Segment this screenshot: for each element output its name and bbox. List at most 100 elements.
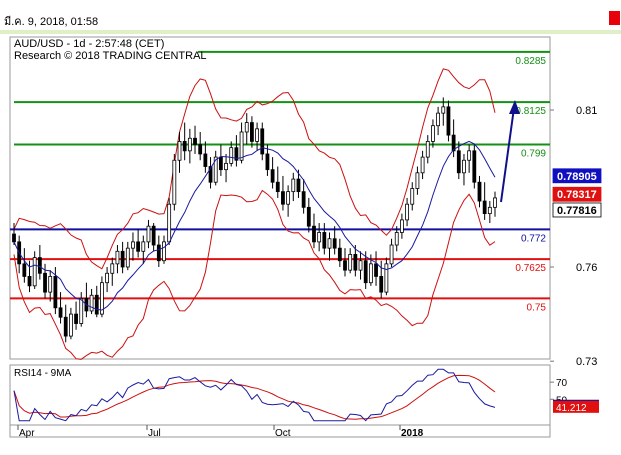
chart-title: AUD/USD - 1d - 2:57:48 (CET): [14, 38, 164, 50]
candle-body: [48, 276, 53, 293]
candle-body: [187, 137, 192, 152]
candle-body: [456, 150, 461, 174]
candle-body: [37, 257, 42, 274]
price-tag-label: 0.77816: [557, 205, 597, 217]
candle-body: [115, 250, 120, 265]
candle-body: [425, 141, 430, 158]
candle-body: [348, 254, 353, 271]
candle-body: [105, 272, 109, 284]
candle-body: [281, 191, 285, 205]
candle-body: [467, 150, 472, 161]
candle-body: [131, 241, 135, 249]
candle-body: [68, 313, 73, 337]
candle-body: [167, 203, 172, 243]
candle-body: [400, 219, 404, 233]
candle-body: [312, 225, 316, 243]
candle-body: [110, 263, 115, 274]
x-tick-label: Jul: [148, 428, 161, 439]
rsi-label: RSI14 - 9MA: [14, 368, 72, 379]
candle-body: [12, 233, 16, 243]
candle-body: [265, 153, 270, 171]
x-tick-label: Apr: [19, 428, 35, 439]
candle-body: [136, 241, 141, 252]
candle-body: [415, 172, 420, 189]
chart-subtitle: Research © 2018 TRADING CENTRAL: [14, 50, 207, 62]
top-bar: มี.ค. 9, 2018, 01:58: [0, 0, 621, 30]
candle-body: [291, 178, 296, 193]
candle-body: [74, 313, 78, 324]
rsi-panel-frame: [9, 364, 551, 426]
rsi-tick-label: 70: [556, 378, 568, 389]
candle-body: [120, 250, 125, 268]
candle-body: [193, 137, 197, 145]
candle-body: [332, 238, 337, 249]
candle-body: [250, 122, 254, 142]
candle-body: [270, 169, 275, 183]
candle-body: [410, 188, 415, 205]
candle-body: [260, 128, 265, 155]
candle-body: [493, 197, 497, 208]
candle-body: [146, 225, 151, 243]
candle-body: [255, 128, 259, 142]
y-tick-label: 0.76: [576, 262, 597, 274]
candle-body: [389, 244, 394, 265]
level-label: 0.772: [521, 233, 546, 244]
candle-body: [379, 276, 384, 293]
candle-body: [244, 122, 249, 133]
candle-body: [198, 144, 203, 155]
candle-body: [22, 263, 27, 277]
candle-body: [487, 206, 492, 215]
close-button[interactable]: [609, 11, 620, 25]
candle-body: [472, 150, 477, 183]
candle-body: [394, 232, 399, 246]
candle-body: [177, 141, 182, 161]
chart-area: 0.81 0.76 0.73 Apr Jul Oct 2018 0.8285 0.8125 0.…: [0, 34, 621, 450]
level-label: 0.75: [527, 302, 547, 313]
candle-body: [63, 316, 68, 337]
candle-body: [322, 232, 327, 249]
candle-body: [296, 178, 301, 193]
y-tick-label: 0.73: [576, 356, 597, 368]
candle-body: [327, 238, 332, 249]
level-label: 0.8125: [515, 106, 546, 117]
candle-body: [420, 156, 425, 174]
price-tag-label: 0.78317: [557, 189, 597, 201]
candle-body: [224, 162, 228, 171]
candle-body: [172, 159, 177, 205]
candle-body: [374, 263, 378, 277]
x-tick-label: 2018: [401, 428, 424, 439]
candle-body: [156, 244, 161, 262]
candle-body: [43, 272, 47, 293]
candle-body: [368, 263, 373, 284]
candle-body: [431, 125, 435, 142]
candle-body: [441, 106, 446, 114]
candle-body: [27, 276, 32, 287]
candle-body: [79, 297, 84, 324]
candle-body: [436, 112, 441, 127]
candle-body: [446, 106, 451, 136]
candle-body: [363, 260, 368, 284]
candle-body: [358, 260, 363, 271]
candle-body: [89, 294, 94, 312]
candle-body: [405, 203, 409, 221]
price-tag-label: 0.78905: [557, 171, 597, 183]
candle-body: [141, 241, 146, 252]
candle-body: [53, 276, 58, 309]
candle-body: [384, 263, 389, 293]
level-label: 0.799: [521, 149, 546, 160]
candle-body: [218, 156, 223, 171]
x-tick-label: Oct: [275, 428, 291, 439]
candle-body: [125, 247, 130, 268]
candle-body: [301, 191, 306, 208]
candle-body: [94, 294, 99, 315]
candle-body: [482, 200, 487, 215]
candle-body: [239, 131, 244, 161]
candle-body: [182, 141, 187, 152]
candle-body: [229, 147, 234, 164]
price-chart: 0.81 0.76 0.73 Apr Jul Oct 2018 0.8285 0.8125 0.…: [9, 36, 602, 439]
y-tick-label: 0.81: [576, 105, 597, 117]
candle-body: [203, 153, 208, 167]
candle-body: [151, 225, 156, 246]
candle-body: [58, 307, 63, 318]
candle-body: [286, 191, 291, 205]
